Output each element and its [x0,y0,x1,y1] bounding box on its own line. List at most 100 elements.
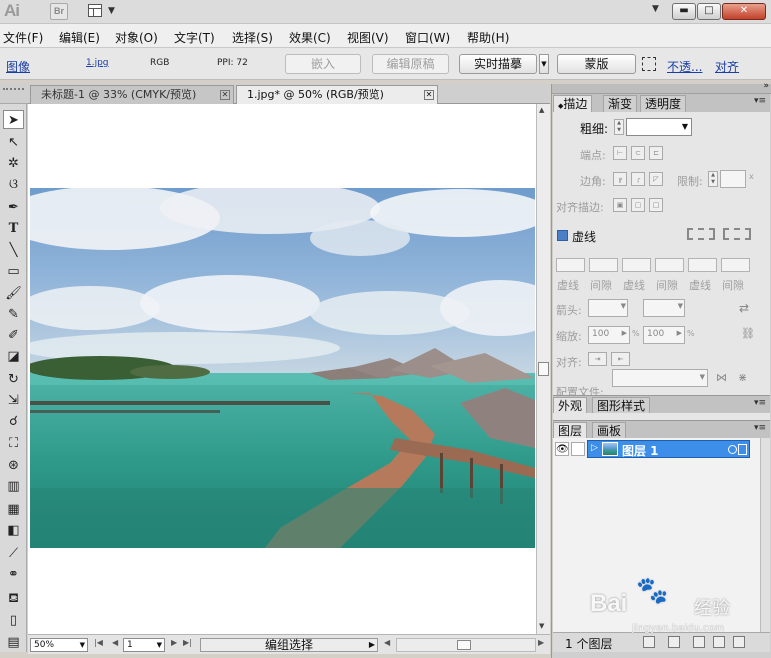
free-transform-tool-icon[interactable]: ⛶ [3,434,24,453]
gradient-tool-icon[interactable]: ◧ [3,521,24,540]
window-menu-icon[interactable]: ▼ [652,4,659,14]
artboard-select[interactable]: 1 ▼ [123,638,165,652]
menu-edit[interactable]: 编辑(E) [59,29,100,46]
scale-tool-icon[interactable]: ⇲ [3,391,24,410]
scroll-left-icon[interactable]: ◀ [384,638,390,647]
magic-wand-tool-icon[interactable]: ✲ [3,154,24,173]
weight-stepper[interactable]: ▲ ▼ [614,119,624,135]
close-icon[interactable]: ✕ [220,90,230,100]
start-arrow-select[interactable]: ▼ [588,299,628,317]
panel-dock-header[interactable]: » [552,81,771,94]
rotate-tool-icon[interactable]: ↻ [3,370,24,389]
make-clipping-mask-icon[interactable] [668,636,680,648]
mesh-tool-icon[interactable]: ▦ [3,500,24,519]
tab-graphic-styles[interactable]: 图形样式 [592,397,651,414]
limit-stepper[interactable]: ▲ ▼ [708,171,718,187]
dashed-line-checkbox[interactable] [557,230,568,241]
next-artboard-icon[interactable]: ▶ [171,638,177,647]
flip-across-icon[interactable]: ⋇ [738,371,747,384]
gap-2-input[interactable] [655,258,684,272]
tab-image-document[interactable]: 1.jpg* @ 50% (RGB/预览) ✕ [236,85,438,104]
placed-image[interactable] [30,188,535,548]
start-scale-input[interactable]: 100 ▶ [588,326,630,344]
mask-button[interactable]: 蒙版 [557,54,636,74]
close-button[interactable]: ✕ [722,3,766,20]
first-artboard-icon[interactable]: |◀ [94,638,103,647]
tab-appearance[interactable]: 外观 [553,397,588,414]
butt-cap-icon[interactable]: ⊢ [613,146,627,160]
arrow-tip-beyond-icon[interactable]: ⇥ [588,352,607,366]
rectangle-tool-icon[interactable]: ▭ [3,262,24,281]
menu-file[interactable]: 文件(F) [3,29,43,46]
embed-button[interactable]: 嵌入 [285,54,361,74]
panel-menu-icon[interactable]: ▾≡ [754,398,766,408]
maximize-button[interactable]: □ [697,3,721,20]
paintbrush-tool-icon[interactable]: 🖌 [3,284,24,303]
type-tool-icon[interactable]: T [3,219,24,238]
trash-icon[interactable] [733,636,745,648]
workspace-switcher-button[interactable]: ▼ [86,3,120,20]
dash-align-icon[interactable] [723,228,751,240]
align-center-icon[interactable]: ▣ [613,198,627,212]
menu-type[interactable]: 文字(T) [174,29,215,46]
swap-arrows-icon[interactable]: ⇄ [739,301,749,315]
live-paint-bucket-tool-icon[interactable]: ⛾ [3,589,24,608]
align-inside-icon[interactable]: ▢ [631,198,645,212]
current-tool-status[interactable]: 编组选择 ▶ [200,638,378,652]
limit-input[interactable] [720,170,746,188]
bevel-join-icon[interactable]: ◸ [649,172,663,186]
dash-3-input[interactable] [688,258,717,272]
round-join-icon[interactable]: ╭ [631,172,645,186]
canvas-horizontal-scrollbar[interactable] [396,638,536,652]
live-trace-options-button[interactable]: ▼ [539,54,549,74]
file-name-link[interactable]: 1.jpg [86,58,109,68]
locate-object-icon[interactable] [643,636,655,648]
column-graph-tool-icon[interactable]: ▥ [3,477,24,496]
symbol-sprayer-tool-icon[interactable]: ⊛ [3,456,24,475]
tab-gradient[interactable]: 渐变 [603,95,638,112]
lock-toggle[interactable] [571,442,585,456]
bridge-button[interactable]: Br [50,3,68,20]
round-cap-icon[interactable]: ⊂ [631,146,645,160]
layer-row[interactable]: 👁 ▷ 图层 1 [553,440,765,458]
object-type-link[interactable]: 图像 [6,58,30,75]
line-tool-icon[interactable]: ╲ [3,241,24,260]
blob-brush-tool-icon[interactable]: ✐ [3,326,24,345]
scroll-down-icon[interactable]: ▼ [539,622,544,630]
scroll-right-icon[interactable]: ▶ [538,638,544,647]
tab-stroke[interactable]: ◆描边 [553,95,593,112]
end-scale-input[interactable]: 100 ▶ [643,326,685,344]
artboard-tool-icon[interactable]: ▯ [3,611,24,630]
gap-3-input[interactable] [721,258,750,272]
selection-square-icon[interactable] [738,444,747,455]
gap-1-input[interactable] [589,258,618,272]
edit-original-button[interactable]: 编辑原稿 [372,54,449,74]
new-sublayer-icon[interactable] [693,636,705,648]
visibility-eye-icon[interactable]: 👁 [555,442,569,456]
dash-1-input[interactable] [556,258,585,272]
crop-marks-icon[interactable] [642,57,656,71]
pencil-tool-icon[interactable]: ✎ [3,305,24,324]
miter-join-icon[interactable]: ╔ [613,172,627,186]
scroll-thumb[interactable] [538,362,549,376]
panel-menu-icon[interactable]: ▾≡ [754,96,766,106]
dash-preserve-icon[interactable] [687,228,715,240]
menu-select[interactable]: 选择(S) [232,29,273,46]
artboard-canvas[interactable] [28,104,536,634]
menu-window[interactable]: 窗口(W) [405,29,450,46]
pen-tool-icon[interactable]: ✒ [3,198,24,217]
opacity-link[interactable]: 不透... [667,58,702,75]
menu-help[interactable]: 帮助(H) [467,29,509,46]
tab-layers[interactable]: 图层 [553,422,588,439]
weight-select[interactable]: ▼ [626,118,692,136]
dash-2-input[interactable] [622,258,651,272]
minimize-button[interactable]: ▬ [672,3,696,20]
toolbox-grip[interactable] [0,84,28,104]
align-outside-icon[interactable]: □ [649,198,663,212]
layers-scrollbar[interactable] [760,438,770,632]
eyedropper-tool-icon[interactable]: ⟋ [3,544,24,563]
scroll-thumb[interactable] [457,640,471,650]
zoom-select[interactable]: 50% ▼ [30,638,88,652]
collapse-icon[interactable]: » [763,81,769,91]
new-layer-icon[interactable] [713,636,725,648]
